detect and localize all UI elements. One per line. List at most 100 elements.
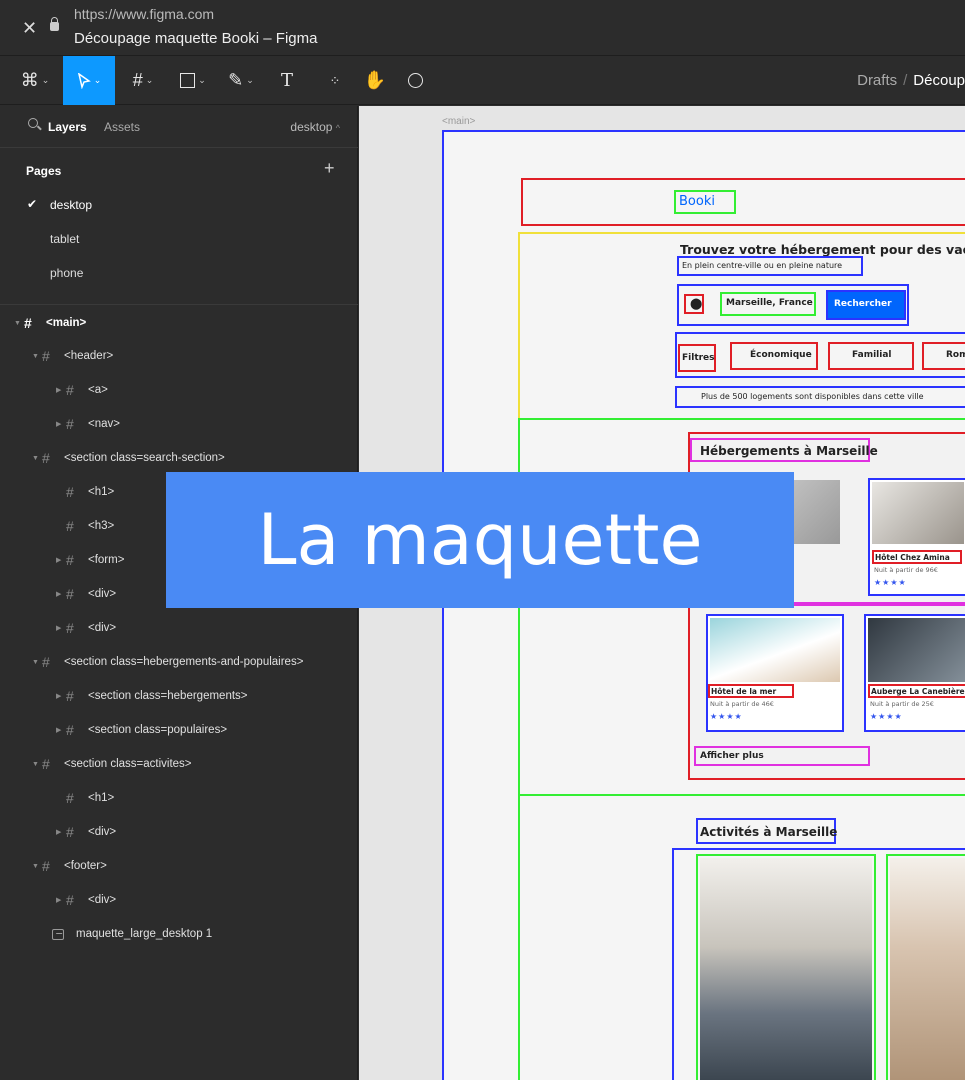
- card-price: Nuit à partir de 96€: [874, 566, 938, 574]
- show-more-box[interactable]: Afficher plus: [694, 746, 870, 766]
- frame-icon: #: [66, 552, 74, 568]
- frame-icon: #: [42, 756, 50, 772]
- chevron-right-icon: ▶: [56, 557, 62, 564]
- header-box: [521, 178, 965, 226]
- figma-menu-button[interactable]: ⌘ ⌄: [14, 56, 56, 105]
- frame-icon: #: [66, 382, 74, 398]
- chevron-right-icon: ▶: [56, 829, 62, 836]
- layer-label: <section class=search-section>: [64, 452, 225, 464]
- card-photo: [868, 618, 965, 682]
- frame-icon: #: [42, 858, 50, 874]
- pen-tool-button[interactable]: ✎ ⌄: [220, 56, 262, 105]
- layer-row[interactable]: maquette_large_desktop 1: [52, 924, 212, 944]
- frame-icon: #: [66, 892, 74, 908]
- chevron-down-icon: ▼: [32, 760, 39, 768]
- tab-layers[interactable]: Layers: [48, 120, 87, 134]
- breadcrumb-separator: /: [903, 72, 908, 89]
- layer-row[interactable]: ▶ # <nav>: [56, 414, 120, 434]
- chevron-down-icon: ⌄: [93, 75, 102, 85]
- layer-row[interactable]: ▼ # <header>: [32, 346, 113, 366]
- frame-icon: #: [42, 654, 50, 670]
- breadcrumb-file-name[interactable]: Découp: [913, 72, 965, 89]
- layer-row[interactable]: # <h1>: [66, 482, 114, 502]
- page-item-desktop[interactable]: desktop: [50, 198, 92, 212]
- frame-icon: #: [66, 824, 74, 840]
- tab-assets[interactable]: Assets: [104, 120, 140, 134]
- layer-row[interactable]: ▼ # <section class=hebergements-and-popula…: [32, 652, 303, 672]
- page-item-phone[interactable]: phone: [50, 266, 83, 280]
- layer-row[interactable]: ▶ # <div>: [56, 584, 116, 604]
- chevron-down-icon: ▼: [32, 658, 39, 666]
- frame-icon: #: [42, 450, 50, 466]
- chevron-down-icon: ⌄: [41, 75, 50, 85]
- activites-title: Activités à Marseille: [700, 825, 838, 839]
- layer-row[interactable]: ▼ # <main>: [14, 313, 86, 333]
- filter-economique[interactable]: Économique: [730, 342, 818, 370]
- pen-tool-icon: ✎: [228, 70, 244, 90]
- layer-label: <section class=activites>: [64, 758, 192, 770]
- frame-tool-button[interactable]: # ⌄: [122, 56, 164, 105]
- filter-romantique[interactable]: Rom: [922, 342, 965, 370]
- search-button[interactable]: Rechercher: [826, 290, 906, 320]
- chevron-right-icon: ▶: [56, 727, 62, 734]
- close-icon[interactable]: ✕: [22, 18, 37, 39]
- panel-divider: [0, 304, 358, 305]
- layer-row[interactable]: ▶ # <div>: [56, 618, 116, 638]
- search-icon[interactable]: [28, 118, 38, 128]
- layer-row[interactable]: ▶ # <form>: [56, 550, 124, 570]
- search-button-label: Rechercher: [834, 299, 892, 309]
- resources-icon: ⁘: [329, 72, 341, 88]
- browser-url[interactable]: https://www.figma.com: [74, 6, 214, 22]
- card-photo: [710, 618, 840, 682]
- frame-icon: #: [66, 484, 74, 500]
- card-name: Auberge La Canebière: [871, 687, 965, 696]
- chevron-right-icon: ▶: [56, 387, 62, 394]
- search-subtitle: En plein centre-ville ou en pleine natur…: [682, 261, 843, 270]
- hand-tool-icon: ✋: [363, 70, 387, 90]
- layer-row[interactable]: ▶ # <section class=populaires>: [56, 720, 227, 740]
- layer-label: <header>: [64, 350, 114, 362]
- layer-row[interactable]: ▼ # <section class=search-section>: [32, 448, 225, 468]
- activity-photo: [700, 858, 872, 1080]
- frame-icon: #: [66, 620, 74, 636]
- shape-tool-button[interactable]: ⌄: [172, 56, 214, 105]
- chevron-right-icon: ▶: [56, 421, 62, 428]
- logo-box: Booki: [674, 190, 736, 214]
- text-tool-button[interactable]: T: [272, 56, 302, 105]
- hand-tool-button[interactable]: ✋: [360, 56, 390, 105]
- layer-label: <div>: [88, 826, 117, 838]
- comment-icon: [407, 73, 423, 88]
- resources-button[interactable]: ⁘: [320, 56, 350, 105]
- page-item-tablet[interactable]: tablet: [50, 232, 79, 246]
- location-input-box[interactable]: Marseille, France: [720, 292, 816, 316]
- filter-familial[interactable]: Familial: [828, 342, 914, 370]
- figma-menu-icon: ⌘: [20, 70, 39, 90]
- layer-row[interactable]: ▶ # <a>: [56, 380, 108, 400]
- layer-label: <nav>: [88, 418, 120, 430]
- activites-title-box: Activités à Marseille: [696, 818, 838, 844]
- card-name-box: Auberge La Canebière: [868, 684, 965, 698]
- pin-glyph: ⬤: [690, 297, 703, 310]
- location-input-value: Marseille, France: [726, 298, 813, 308]
- filters-label: Filtres: [682, 353, 715, 363]
- layer-row[interactable]: # <h1>: [66, 788, 114, 808]
- layer-row[interactable]: ▶ # <div>: [56, 890, 116, 910]
- layer-label: <footer>: [64, 860, 107, 872]
- move-tool-icon: [77, 72, 91, 89]
- breadcrumb-drafts[interactable]: Drafts: [857, 72, 897, 89]
- comment-tool-button[interactable]: [400, 56, 430, 105]
- layer-label: <h1>: [88, 486, 115, 498]
- chevron-right-icon: ▶: [56, 693, 62, 700]
- layer-row[interactable]: ▼ # <footer>: [32, 856, 107, 876]
- panel-tabs: Layers Assets desktop ^: [0, 106, 358, 148]
- frame-label[interactable]: <main>: [442, 116, 475, 127]
- layer-row[interactable]: ▶ # <section class=hebergements>: [56, 686, 248, 706]
- layer-row[interactable]: ▼ # <section class=activites>: [32, 754, 192, 774]
- info-box: Plus de 500 logements sont disponibles d…: [675, 386, 965, 408]
- page-selector[interactable]: desktop ^: [290, 120, 340, 134]
- layer-row[interactable]: # <h3>: [66, 516, 114, 536]
- add-page-button[interactable]: +: [324, 158, 335, 179]
- layer-row[interactable]: ▶ # <div>: [56, 822, 116, 842]
- browser-title-bar: ✕ https://www.figma.com Découpage maquet…: [0, 0, 965, 56]
- move-tool-button[interactable]: ⌄: [63, 56, 115, 105]
